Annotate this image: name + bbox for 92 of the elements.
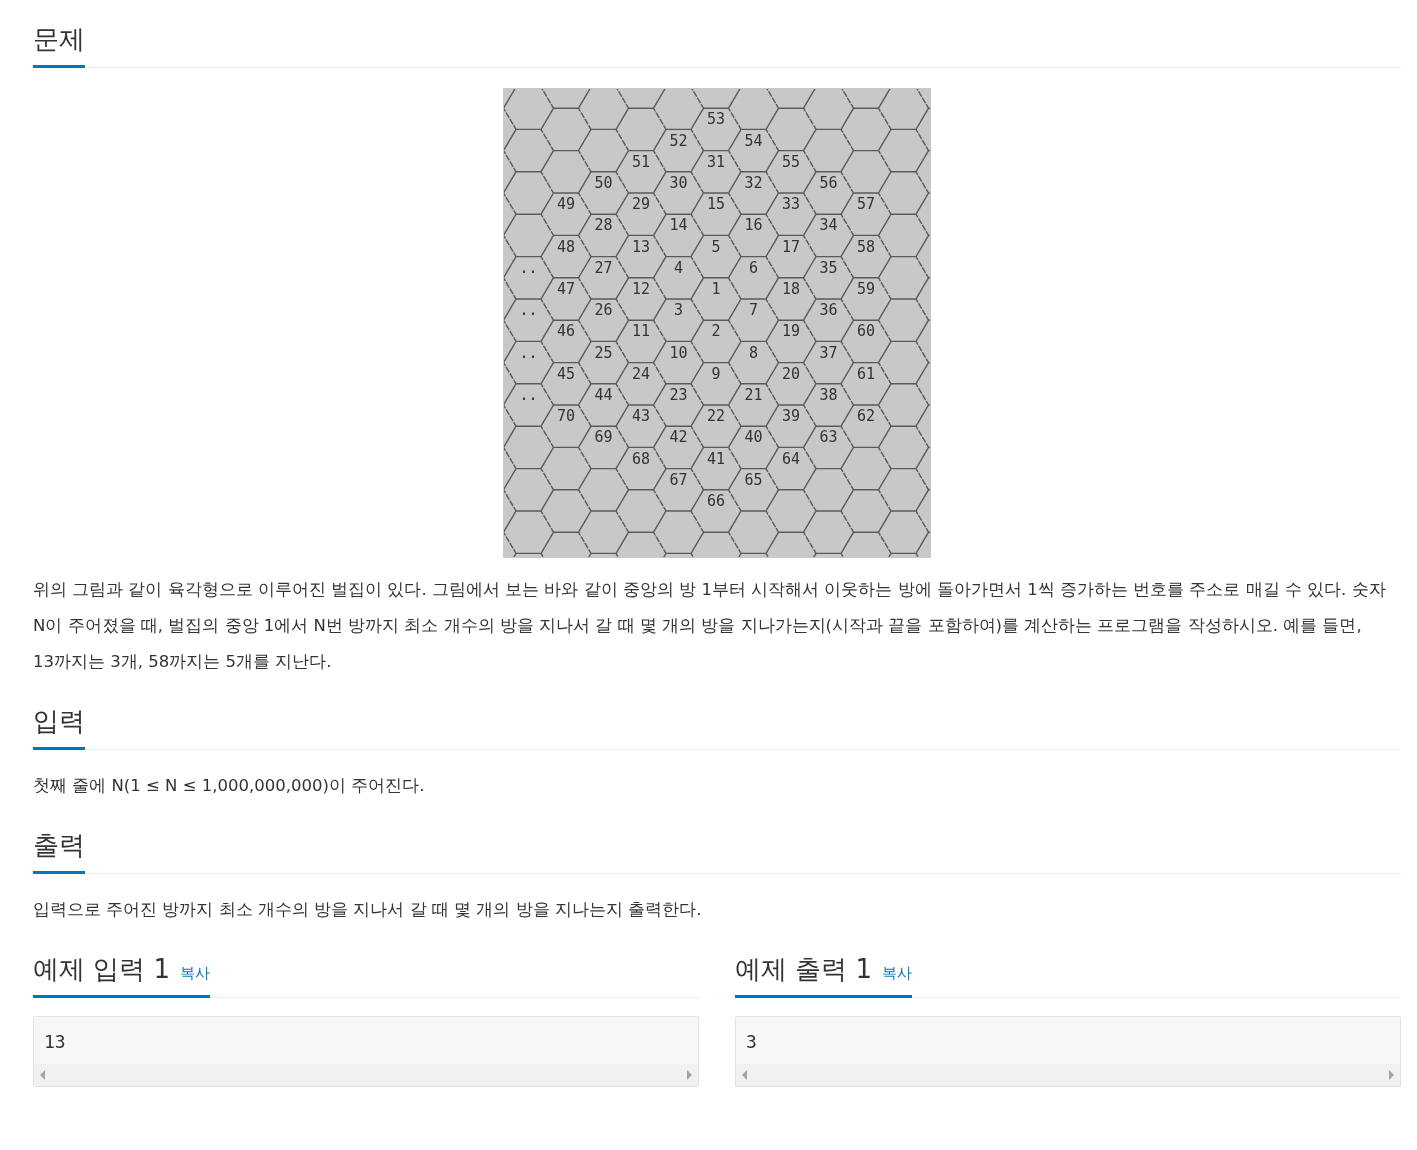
cell-label: 23 (669, 386, 688, 404)
sample-text: 13 (43, 1030, 67, 1054)
cell-label: 37 (819, 343, 838, 362)
scroll-right-icon[interactable] (687, 1070, 692, 1080)
cell-label: 53 (706, 110, 726, 129)
cell-label: 60 (856, 322, 876, 341)
cell-label: 25 (594, 343, 613, 362)
cell-label: 1 (711, 280, 721, 298)
cell-label: 43 (631, 407, 651, 426)
cell-label: 67 (669, 470, 688, 489)
cell-label: 14 (669, 216, 688, 235)
cell-label: .. (519, 343, 538, 362)
cell-label: 65 (744, 470, 763, 489)
cell-label: 63 (819, 428, 838, 447)
cell-label: 44 (594, 386, 613, 404)
sample-text: 3 (745, 1030, 758, 1054)
cell-label: 35 (819, 258, 838, 277)
copy-link[interactable]: 복사 (180, 964, 211, 983)
cell-label: 33 (781, 195, 801, 214)
cell-label: 66 (706, 492, 726, 510)
cell-label: .. (519, 301, 538, 320)
cell-label: 5 (711, 237, 721, 256)
cell-label: 42 (669, 428, 688, 447)
cell-label: 51 (631, 152, 651, 171)
cell-label: .. (519, 258, 538, 277)
cell-label: 19 (781, 322, 801, 341)
horizontal-scrollbar[interactable] (34, 1064, 698, 1086)
cell-label: 24 (631, 364, 651, 383)
cell-label: 22 (706, 407, 726, 426)
scroll-right-icon[interactable] (1389, 1070, 1394, 1080)
cell-label: 47 (556, 280, 576, 298)
cell-label: 29 (631, 195, 651, 214)
cell-label: 17 (781, 237, 801, 256)
cell-label: 3 (674, 301, 683, 320)
problem-description: 위의 그림과 같이 육각형으로 이루어진 벌집이 있다. 그림에서 보는 바와 같이 중앙의 방 1부터 시작해서 이웃하는 방에 돌아가면서 1씩 증가하는 번호를 주소로 매길 수 있다. 숫자 N이 주어졌을 때, 벌집의 중앙 1에서 N번 방까지 최소 개수의 방을 지나서 갈 때 몇 개의 방을 지나가는지(시작과 끝을 포함하여)를 계산하는 프로그램을 작성하시오. 예를 들면, 13까지는 3개, 58까지는 5개를 지난다. (33, 579, 1387, 673)
cell-label: 39 (781, 407, 801, 426)
cell-label: 32 (744, 174, 763, 192)
horizontal-scrollbar[interactable] (736, 1064, 1400, 1086)
section-heading: 출력 (33, 829, 85, 862)
cell-label: 13 (631, 237, 651, 256)
cell-label: 27 (594, 258, 613, 277)
cell-label: 36 (819, 301, 838, 320)
cell-label: 12 (631, 280, 651, 298)
cell-label: 69 (594, 428, 613, 447)
cell-label: 21 (744, 386, 763, 404)
section-heading: 입력 (33, 705, 85, 738)
cell-label: 46 (556, 322, 576, 341)
cell-label: 48 (556, 237, 576, 256)
section-heading: 예제 출력 1 (735, 953, 873, 986)
cell-label: 68 (631, 449, 651, 468)
cell-label: 28 (594, 216, 613, 235)
cell-label: 50 (594, 174, 613, 192)
section-heading: 예제 입력 1 (33, 953, 171, 986)
section-heading: 문제 (33, 23, 85, 56)
cell-label: 18 (781, 280, 801, 298)
cell-label: 62 (856, 407, 876, 426)
cell-label: 10 (669, 343, 688, 362)
cell-label: 59 (856, 280, 876, 298)
cell-label: .. (519, 386, 538, 404)
cell-label: 40 (744, 428, 763, 447)
cell-label: 26 (594, 301, 613, 320)
cell-label: 11 (631, 322, 651, 341)
cell-label: 58 (856, 237, 876, 256)
cell-label: 6 (749, 258, 758, 277)
cell-label: 57 (856, 195, 876, 214)
cell-label: 70 (556, 407, 576, 426)
cell-label: 52 (669, 131, 688, 150)
cell-label: 49 (556, 195, 576, 214)
scroll-left-icon[interactable] (742, 1070, 747, 1080)
cell-label: 61 (856, 364, 876, 383)
cell-label: 30 (669, 174, 688, 192)
cell-label: 2 (711, 322, 721, 341)
scroll-left-icon[interactable] (40, 1070, 45, 1080)
copy-link[interactable]: 복사 (882, 964, 913, 983)
output-description: 입력으로 주어진 방까지 최소 개수의 방을 지나서 갈 때 몇 개의 방을 지나는지 출력한다. (33, 899, 703, 921)
cell-label: 41 (706, 449, 726, 468)
cell-label: 38 (819, 386, 838, 404)
cell-label: 64 (781, 449, 801, 468)
cell-label: 31 (706, 152, 726, 171)
cell-label: 8 (749, 343, 758, 362)
cell-label: 15 (706, 195, 726, 214)
cell-label: 45 (556, 364, 576, 383)
cell-label: 54 (744, 131, 763, 150)
input-description: 첫째 줄에 N(1 ≤ N ≤ 1,000,000,000)이 주어진다. (33, 775, 426, 797)
cell-label: 16 (744, 216, 763, 235)
cell-label: 4 (674, 258, 683, 277)
cell-label: 34 (819, 216, 838, 235)
cell-label: 7 (749, 301, 758, 320)
cell-label: 56 (819, 174, 838, 192)
cell-label: 9 (711, 364, 721, 383)
cell-label: 55 (781, 152, 801, 171)
cell-label: 20 (781, 364, 801, 383)
